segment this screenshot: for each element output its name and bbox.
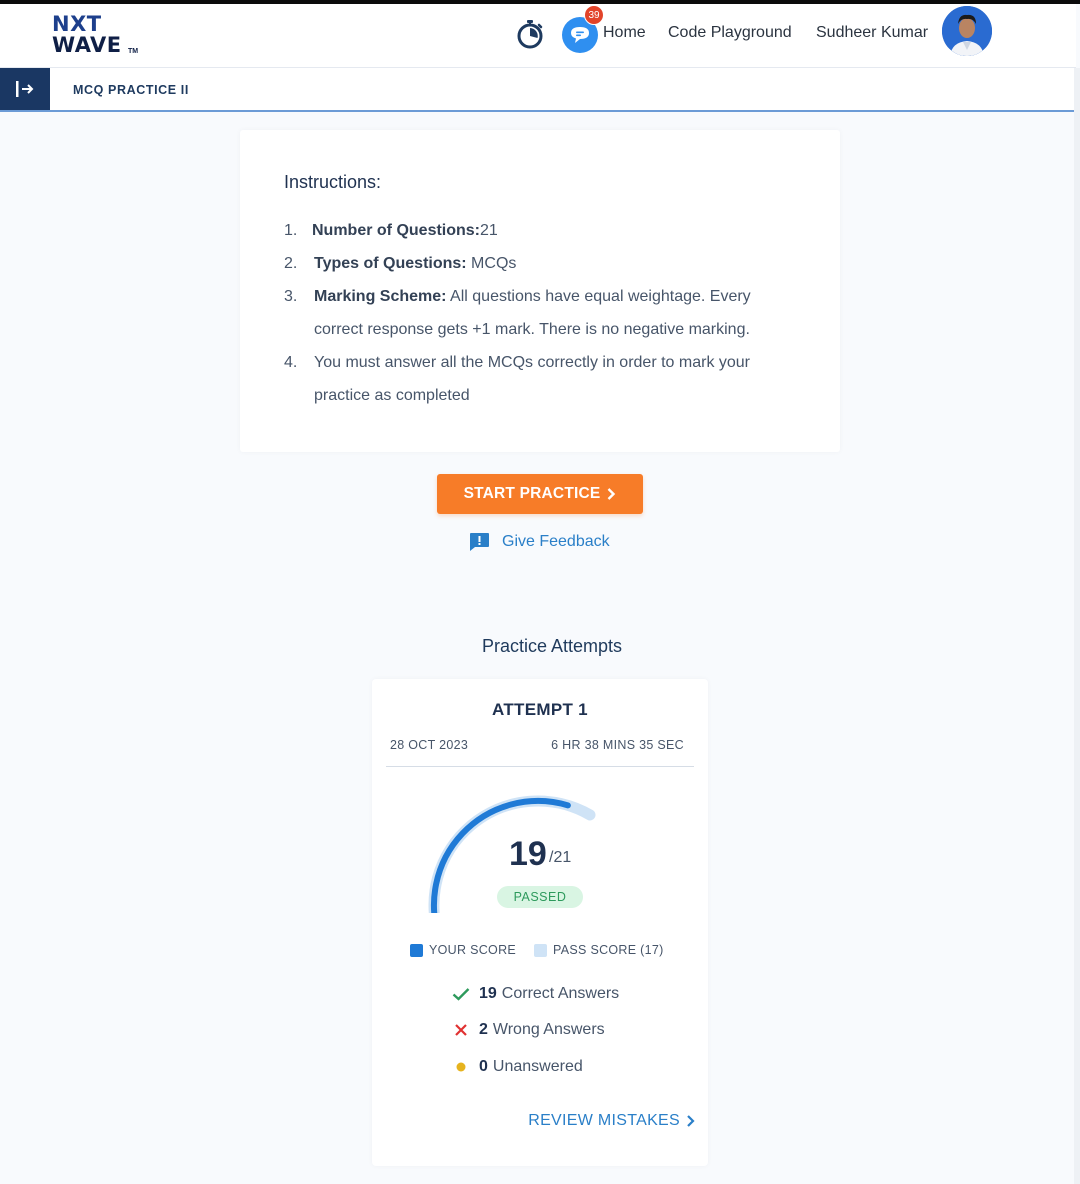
instructions-heading: Instructions: <box>284 172 382 192</box>
wrong-count: 2 <box>479 1021 488 1038</box>
unanswered-stat: 0 Unanswered <box>452 1058 583 1076</box>
wrong-label: Wrong Answers <box>492 1021 605 1038</box>
chevron-right-icon <box>608 488 616 500</box>
wrong-answers-stat: 2 Wrong Answers <box>452 1021 605 1039</box>
instruction-label: Types of Questions: <box>314 255 467 272</box>
chevron-right-icon <box>687 1115 695 1127</box>
sidebar-toggle-button[interactable] <box>0 68 50 110</box>
your-score-swatch <box>410 943 423 957</box>
nav-home[interactable]: Home <box>603 24 646 42</box>
instruction-item: 3. Marking Scheme: All questions have eq… <box>284 280 804 346</box>
legend-pass-score: PASS SCORE (17) <box>553 943 664 957</box>
chat-icon <box>571 27 589 43</box>
nxtwave-logo[interactable]: NXT WAVE TM <box>52 10 142 58</box>
pass-score-swatch <box>534 943 548 957</box>
divider <box>386 766 694 767</box>
feedback-icon <box>470 533 489 551</box>
instruction-item: 1. Number of Questions:21 <box>284 214 804 247</box>
nav-code-playground[interactable]: Code Playground <box>668 24 792 42</box>
stopwatch-icon[interactable] <box>515 19 545 49</box>
scrollbar[interactable] <box>1074 68 1080 1184</box>
give-feedback-label: Give Feedback <box>502 533 610 550</box>
page-title: MCQ PRACTICE II <box>73 83 189 97</box>
attempt-date: 28 OCT 2023 <box>390 738 469 752</box>
attempt-card: ATTEMPT 1 28 OCT 2023 6 HR 38 MINS 35 SE… <box>372 679 708 1166</box>
instruction-item: 4. You must answer all the MCQs correctl… <box>284 346 804 412</box>
check-icon <box>452 985 470 1003</box>
dot-icon <box>452 1058 470 1076</box>
instruction-number: 3. <box>284 288 298 305</box>
instruction-label: Marking Scheme: <box>314 288 447 305</box>
logo-line-2: WAVE <box>52 33 122 57</box>
cross-icon <box>452 1021 470 1039</box>
page-subheader: MCQ PRACTICE II <box>0 68 1076 112</box>
review-mistakes-link[interactable]: REVIEW MISTAKES <box>528 1112 695 1130</box>
review-mistakes-label: REVIEW MISTAKES <box>528 1112 680 1129</box>
instruction-label: Number of Questions: <box>312 222 481 239</box>
instruction-text: MCQs <box>466 255 517 272</box>
notification-badge: 39 <box>584 5 604 25</box>
instructions-card: Instructions: 1. Number of Questions:21 … <box>240 130 840 452</box>
status-badge: PASSED <box>497 886 583 908</box>
top-header: NXT WAVE TM 39 Home Code Playground Sudh… <box>0 4 1076 68</box>
score-value: 19 <box>509 835 547 873</box>
unanswered-label: Unanswered <box>492 1058 583 1075</box>
instruction-number: 2. <box>284 255 298 272</box>
start-practice-button[interactable]: START PRACTICE <box>437 474 643 514</box>
correct-count: 19 <box>479 985 497 1002</box>
attempt-duration: 6 HR 38 MINS 35 SEC <box>551 738 684 752</box>
sidebar-expand-icon <box>16 81 34 97</box>
instruction-text: 21 <box>480 222 498 239</box>
gauge-legend: YOUR SCORE PASS SCORE (17) <box>410 943 664 957</box>
instruction-item: 2. Types of Questions: MCQs <box>284 247 804 280</box>
avatar[interactable] <box>942 6 992 56</box>
logo-trademark: TM <box>128 48 139 55</box>
attempt-title: ATTEMPT 1 <box>492 700 588 719</box>
instructions-list: 1. Number of Questions:21 2. Types of Qu… <box>284 214 804 412</box>
user-photo-icon <box>942 6 992 56</box>
instruction-number: 4. <box>284 354 298 371</box>
correct-label: Correct Answers <box>501 985 620 1002</box>
correct-answers-stat: 19 Correct Answers <box>452 985 619 1003</box>
legend-your-score: YOUR SCORE <box>429 943 517 957</box>
instruction-number: 1. <box>284 222 298 239</box>
unanswered-count: 0 <box>479 1058 488 1075</box>
practice-attempts-heading: Practice Attempts <box>481 636 623 656</box>
instruction-text: You must answer all the MCQs correctly i… <box>314 354 751 404</box>
user-name[interactable]: Sudheer Kumar <box>816 24 928 42</box>
score-max: /21 <box>549 849 572 866</box>
give-feedback-link[interactable]: Give Feedback <box>469 530 610 554</box>
start-practice-label: START PRACTICE <box>463 485 601 502</box>
